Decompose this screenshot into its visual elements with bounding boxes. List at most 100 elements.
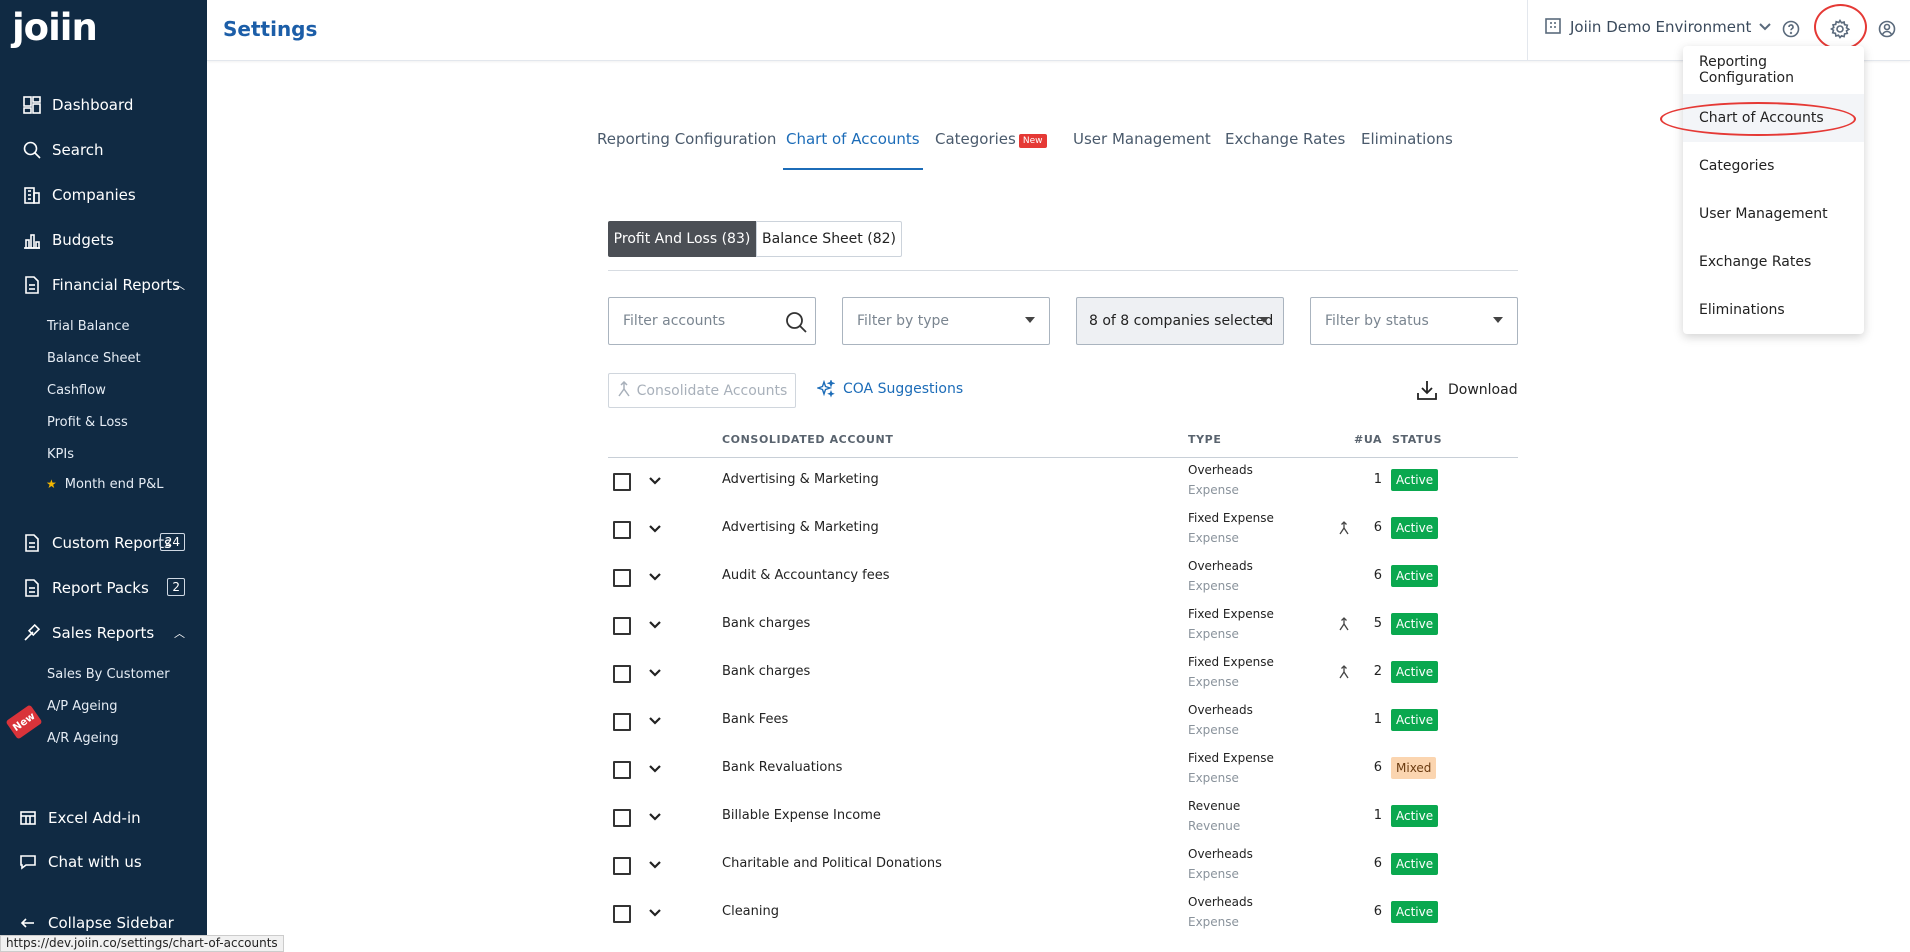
nav-financial-reports[interactable]: Financial Reports ︿ [0,268,207,302]
consolidate-label: Consolidate Accounts [636,382,788,399]
tab-eliminations[interactable]: Eliminations [1361,130,1453,170]
annotation-circle [1814,4,1867,50]
sparkle-icon [817,380,835,398]
menu-item-exchange-rates[interactable]: Exchange Rates [1683,238,1864,286]
row-checkbox[interactable] [613,521,631,539]
filter-status-select[interactable]: Filter by status [1310,297,1518,345]
download-button[interactable]: Download [1416,379,1518,401]
segment-profit-and-loss[interactable]: Profit And Loss (83) [608,221,756,257]
user-icon[interactable] [1874,16,1900,42]
filter-companies-select[interactable]: 8 of 8 companies selected [1076,297,1284,345]
menu-item-reporting-configuration[interactable]: Reporting Configuration [1683,46,1864,94]
row-checkbox[interactable] [613,665,631,683]
nav-label: Dashboard [52,96,134,114]
sub-profit-loss[interactable]: Profit & Loss [47,410,128,434]
chevron-down-icon[interactable] [645,903,665,923]
caret-down-icon [1493,317,1503,323]
gavel-icon [22,623,42,643]
tab-reporting-configuration[interactable]: Reporting Configuration [597,130,776,170]
sub-kpis[interactable]: KPIs [47,442,74,466]
tab-user-management[interactable]: User Management [1073,130,1211,170]
column-header-type[interactable]: TYPE [1188,433,1221,446]
filter-accounts-input[interactable]: Filter accounts [608,297,816,345]
row-checkbox[interactable] [613,617,631,635]
row-checkbox[interactable] [613,809,631,827]
account-subtype: Expense [1188,627,1239,641]
nav-report-packs[interactable]: Report Packs 2 [0,571,207,605]
chevron-down-icon[interactable] [645,807,665,827]
table-row[interactable]: Audit & Accountancy fees Overheads Expense… [608,553,1518,601]
account-type: Fixed Expense [1188,655,1274,669]
unmapped-count: 1 [1373,472,1382,487]
account-name: Billable Expense Income [722,808,881,823]
column-header-account[interactable]: CONSOLIDATED ACCOUNT [722,433,893,446]
nav-companies[interactable]: Companies [0,178,207,212]
sub-sales-by-customer[interactable]: Sales By Customer [47,662,170,686]
help-icon[interactable] [1778,16,1804,42]
filter-type-select[interactable]: Filter by type [842,297,1050,345]
table-row[interactable]: Cleaning Overheads Expense 6 Active [608,889,1518,937]
merge-icon [617,380,631,401]
chevron-down-icon[interactable] [645,663,665,683]
table-row[interactable]: Bank Fees Overheads Expense 1 Active [608,697,1518,745]
sub-trial-balance[interactable]: Trial Balance [47,314,130,338]
chevron-up-icon: ︿ [174,279,185,292]
count-badge: 2 [167,578,185,596]
settings-dropdown-menu: Reporting Configuration Chart of Account… [1683,46,1864,334]
row-checkbox[interactable] [613,761,631,779]
nav-label: Sales Reports [52,624,155,642]
row-checkbox[interactable] [613,473,631,491]
search-icon [22,140,42,160]
status-badge: Active [1391,469,1439,491]
sub-month-end-pl[interactable]: ★ Month end P&L [46,472,163,496]
table-row[interactable]: Bank Revaluations Fixed Expense Expense 6 Mi… [608,745,1518,793]
table-row[interactable]: Bank charges Fixed Expense Expense 5 Active [608,601,1518,649]
table-row[interactable]: Bank charges Fixed Expense Expense 2 Active [608,649,1518,697]
environment-selector[interactable]: Joiin Demo Environment [1544,16,1772,38]
unmapped-count: 6 [1373,760,1382,775]
unmapped-count: 1 [1373,712,1382,727]
chevron-down-icon[interactable] [645,471,665,491]
tab-chart-of-accounts[interactable]: Chart of Accounts [783,130,923,170]
chevron-down-icon[interactable] [645,711,665,731]
nav-budgets[interactable]: Budgets [0,223,207,257]
nav-dashboard[interactable]: Dashboard [0,88,207,122]
segment-balance-sheet[interactable]: Balance Sheet (82) [756,221,902,257]
menu-item-eliminations[interactable]: Eliminations [1683,286,1864,334]
row-checkbox[interactable] [613,857,631,875]
sub-ar-ageing[interactable]: A/R Ageing [47,726,119,750]
column-header-ua[interactable]: #UA [1354,433,1382,446]
menu-item-user-management[interactable]: User Management [1683,190,1864,238]
logo[interactable]: joiin [12,6,98,49]
nav-search[interactable]: Search [0,133,207,167]
nav-sales-reports[interactable]: Sales Reports ︿ [0,616,207,650]
table-row[interactable]: Charitable and Political Donations Overhe… [608,841,1518,889]
column-header-status[interactable]: STATUS [1392,433,1442,446]
tab-exchange-rates[interactable]: Exchange Rates [1225,130,1345,170]
chevron-down-icon[interactable] [645,615,665,635]
row-checkbox[interactable] [613,569,631,587]
table-row[interactable]: Advertising & Marketing Overheads Expense 1… [608,457,1518,505]
consolidate-accounts-button[interactable]: Consolidate Accounts [608,373,796,408]
merge-icon [1338,664,1350,683]
coa-suggestions-button[interactable]: COA Suggestions [817,380,963,398]
nav-custom-reports[interactable]: Custom Reports 24 [0,526,207,560]
menu-item-categories[interactable]: Categories [1683,142,1864,190]
row-checkbox[interactable] [613,713,631,731]
sub-balance-sheet[interactable]: Balance Sheet [47,346,141,370]
table-row[interactable]: Advertising & Marketing Fixed Expense Expe… [608,505,1518,553]
chevron-down-icon[interactable] [645,759,665,779]
table-row[interactable]: Billable Expense Income Revenue Revenue 1 Ac… [608,793,1518,841]
chevron-down-icon[interactable] [645,855,665,875]
chevron-down-icon[interactable] [645,519,665,539]
nav-excel-addin[interactable]: Excel Add-in [0,801,207,835]
sub-cashflow[interactable]: Cashflow [47,378,106,402]
sub-ap-ageing[interactable]: A/P Ageing [47,694,118,718]
chevron-down-icon[interactable] [645,567,665,587]
tab-categories[interactable]: Categories New [935,130,1047,170]
page-title: Settings [223,17,318,41]
row-checkbox[interactable] [613,905,631,923]
nav-chat[interactable]: Chat with us [0,845,207,879]
table-icon [18,808,38,828]
nav-label: Collapse Sidebar [48,914,174,932]
